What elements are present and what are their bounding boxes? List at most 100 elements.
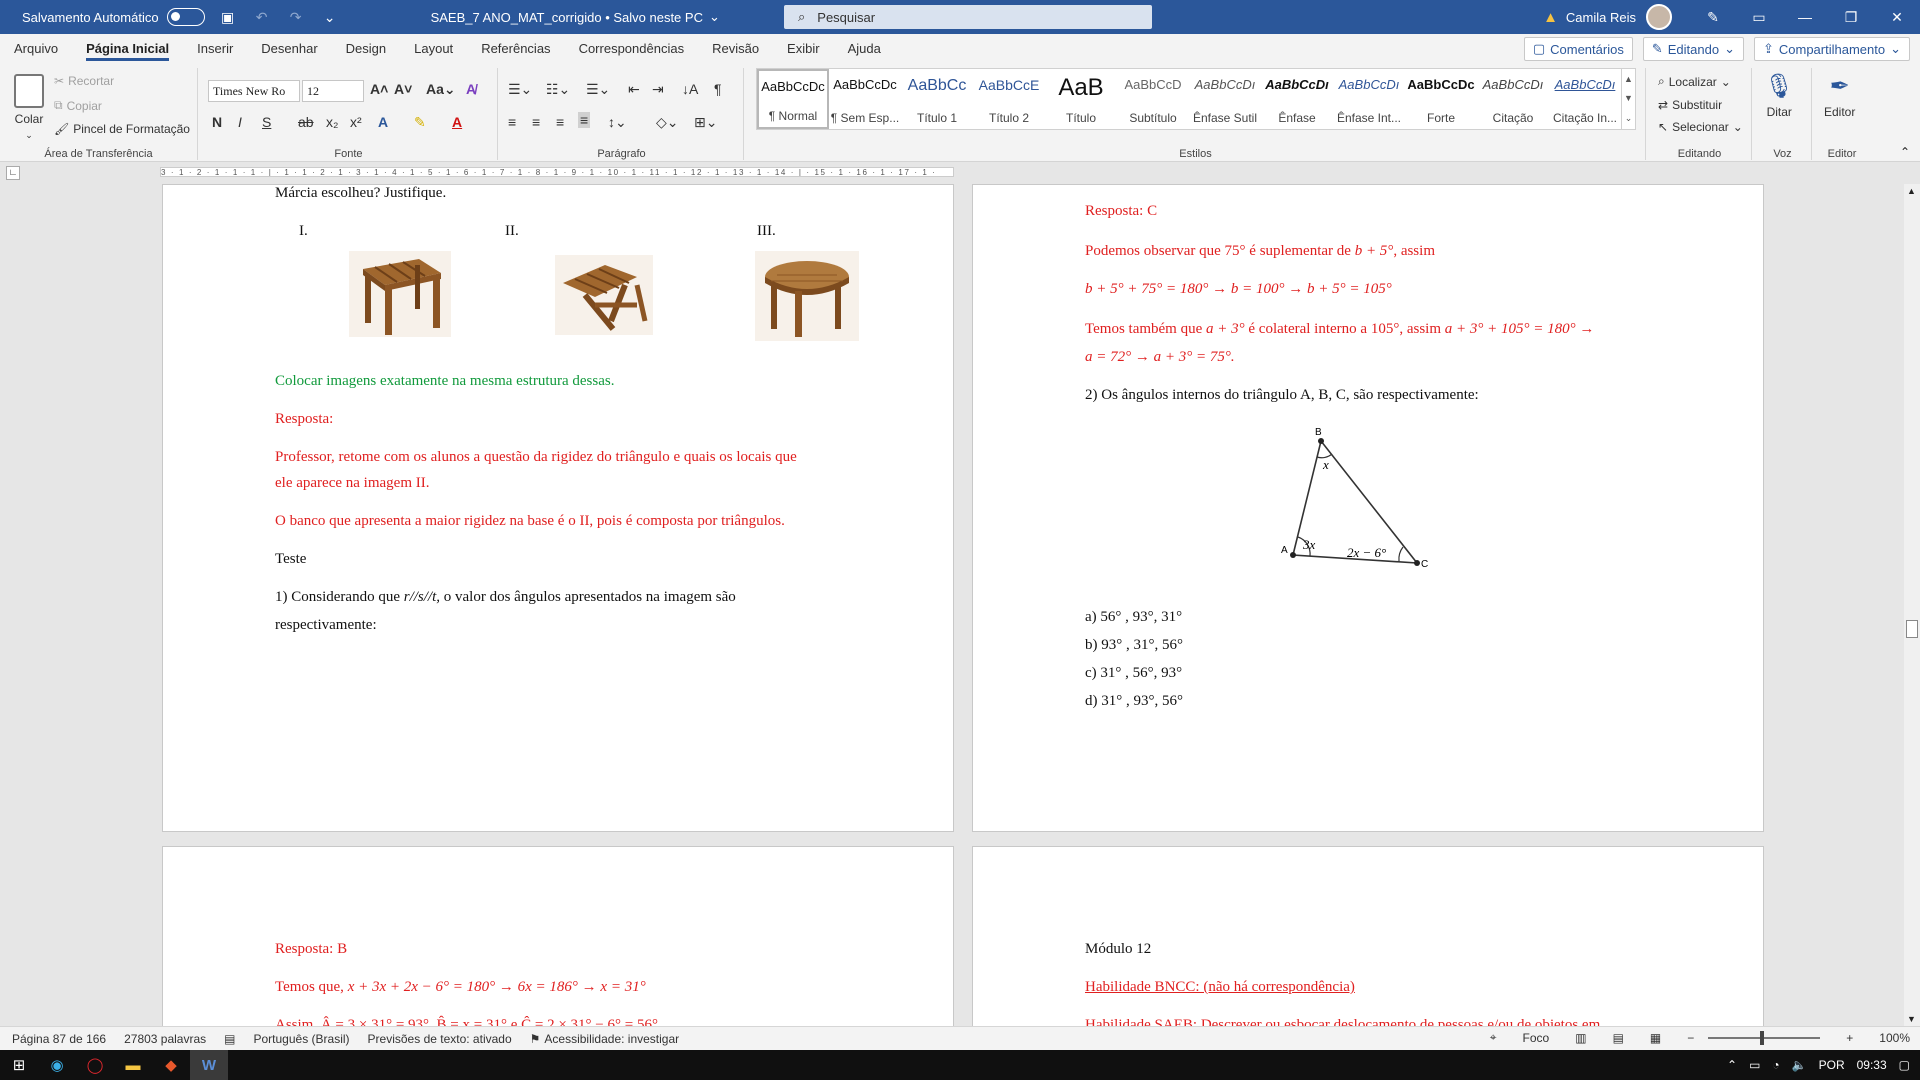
user-name[interactable]: Camila Reis [1566, 10, 1636, 25]
windows-start-icon[interactable]: ⊞ [0, 1050, 38, 1080]
editor-button[interactable]: ✒ Editor [1824, 72, 1855, 119]
comments-button[interactable]: ▢ Comentários [1523, 37, 1633, 61]
page-count[interactable]: Página 87 de 166 [12, 1032, 106, 1046]
tab-exibir[interactable]: Exibir [773, 34, 834, 64]
avatar[interactable] [1646, 4, 1672, 30]
scroll-up-icon[interactable]: ▲ [1907, 186, 1916, 196]
document-title[interactable]: SAEB_7 ANO_MAT_corrigido • Salvo neste P… [431, 9, 720, 25]
tab-correspondencias[interactable]: Correspondências [565, 34, 699, 64]
align-center-icon[interactable]: ≡ [532, 114, 540, 130]
gallery-up-icon[interactable]: ▲ [1624, 74, 1633, 84]
accessibility-status[interactable]: Acessibilidade: investigar [544, 1032, 679, 1046]
scrollbar-thumb[interactable] [1906, 620, 1918, 638]
multilevel-list-icon[interactable]: ☰⌄ [586, 81, 610, 98]
focus-icon[interactable]: ⌖ [1490, 1030, 1497, 1045]
strikethrough-icon[interactable]: ab [298, 114, 314, 130]
tab-inserir[interactable]: Inserir [183, 34, 247, 64]
gallery-down-icon[interactable]: ▼ [1624, 93, 1633, 103]
collapse-ribbon-icon[interactable]: ⌃ [1900, 145, 1910, 159]
word-app-icon[interactable]: W [190, 1050, 228, 1080]
zoom-level[interactable]: 100% [1879, 1031, 1910, 1045]
customize-qat-icon[interactable]: ⌄ [319, 6, 341, 28]
shrink-font-icon[interactable]: A˅ [394, 81, 412, 97]
sort-icon[interactable]: ↓A [682, 81, 698, 97]
pilcrow-icon[interactable]: ¶ [714, 81, 722, 97]
underline-icon[interactable]: S [262, 114, 271, 130]
tray-chevron-icon[interactable]: ⌃ [1727, 1058, 1737, 1072]
increase-indent-icon[interactable]: ⇥ [652, 81, 664, 98]
web-layout-icon[interactable]: ▦ [1650, 1031, 1661, 1045]
font-color-icon[interactable]: A [452, 114, 462, 130]
language[interactable]: Português (Brasil) [254, 1032, 350, 1046]
scroll-down-icon[interactable]: ▼ [1907, 1014, 1916, 1024]
tab-arquivo[interactable]: Arquivo [0, 34, 72, 64]
style-subtle-emphasis[interactable]: AaBbCcDı Ênfase Sutil [1189, 69, 1261, 129]
style-strong[interactable]: AaBbCcDc Forte [1405, 69, 1477, 129]
format-painter-button[interactable]: 🖌 Pincel de Formatação [54, 122, 190, 136]
text-predictions[interactable]: Previsões de texto: ativado [368, 1032, 512, 1046]
zoom-out-icon[interactable]: − [1687, 1031, 1694, 1045]
file-explorer-icon[interactable]: ▬ [114, 1050, 152, 1080]
read-mode-icon[interactable]: ▥ [1575, 1031, 1586, 1045]
zoom-in-icon[interactable]: + [1846, 1031, 1853, 1045]
style-emphasis[interactable]: AaBbCcDı Ênfase [1261, 69, 1333, 129]
warning-icon[interactable]: ▲ [1543, 9, 1558, 26]
style-no-spacing[interactable]: AaBbCcDc ¶ Sem Esp... [829, 69, 901, 129]
print-layout-icon[interactable]: ▤ [1613, 1031, 1624, 1045]
horizontal-ruler[interactable]: 3 · 1 · 2 · 1 · 1 · 1 · | · 1 · 1 · 2 · … [160, 167, 954, 177]
replace-button[interactable]: ⇄ Substituir [1658, 98, 1722, 112]
input-language[interactable]: POR [1819, 1058, 1845, 1072]
decrease-indent-icon[interactable]: ⇤ [628, 81, 640, 98]
edge-browser-icon[interactable]: ◉ [38, 1050, 76, 1080]
tab-selector[interactable]: ∟ [6, 166, 20, 180]
align-right-icon[interactable]: ≡ [556, 114, 564, 130]
bold-icon[interactable]: N [212, 114, 222, 130]
tab-design[interactable]: Design [332, 34, 400, 64]
clock[interactable]: 09:33 [1857, 1058, 1887, 1072]
grow-font-icon[interactable]: A˄ [370, 81, 388, 97]
gallery-more-icon[interactable]: ⌄ [1625, 113, 1633, 124]
vertical-scrollbar[interactable]: ▲ ▼ [1904, 184, 1920, 1026]
notifications-icon[interactable]: ▢ [1899, 1058, 1910, 1072]
tab-ajuda[interactable]: Ajuda [834, 34, 895, 64]
clear-formatting-icon[interactable]: A̸ [466, 81, 476, 97]
style-heading-2[interactable]: AaBbCcE Título 2 [973, 69, 1045, 129]
find-button[interactable]: ⌕ Localizar ⌄ [1658, 74, 1731, 89]
borders-icon[interactable]: ⊞⌄ [694, 114, 717, 131]
tab-desenhar[interactable]: Desenhar [247, 34, 331, 64]
pen-icon[interactable]: ✎ [1690, 0, 1736, 34]
change-case-icon[interactable]: Aa⌄ [426, 81, 456, 98]
justify-icon[interactable]: ≡ [578, 112, 591, 128]
undo-icon[interactable]: ↶ [251, 6, 273, 28]
zoom-slider[interactable] [1708, 1030, 1821, 1045]
accessibility-icon[interactable]: ⚑ [530, 1032, 541, 1046]
italic-icon[interactable]: I [238, 114, 242, 130]
search-input[interactable]: ⌕ Pesquisar [784, 5, 1152, 29]
volume-icon[interactable]: 🔈 [1792, 1058, 1807, 1072]
opera-browser-icon[interactable]: ◯ [76, 1050, 114, 1080]
tab-referencias[interactable]: Referências [467, 34, 564, 64]
wifi-icon[interactable]: ◔ [1772, 1058, 1779, 1072]
text-effects-icon[interactable]: A [378, 114, 388, 130]
cut-button[interactable]: ✂ Recortar [54, 74, 114, 88]
style-intense-emphasis[interactable]: AaBbCcDı Ênfase Int... [1333, 69, 1405, 129]
restore-button[interactable]: ❐ [1828, 0, 1874, 34]
shading-icon[interactable]: ◇⌄ [656, 114, 679, 131]
subscript-icon[interactable]: x₂ [326, 114, 338, 130]
style-normal[interactable]: AaBbCcDc ¶ Normal [757, 69, 829, 129]
ribbon-display-icon[interactable]: ▭ [1736, 0, 1782, 34]
minimize-button[interactable]: — [1782, 0, 1828, 34]
redo-icon[interactable]: ↷ [285, 6, 307, 28]
editing-mode-button[interactable]: ✎ Editando ⌄ [1642, 37, 1744, 61]
share-button[interactable]: ⇪ Compartilhamento ⌄ [1753, 37, 1910, 61]
focus-button[interactable]: Foco [1523, 1031, 1550, 1045]
font-size-select[interactable]: 12 [302, 80, 364, 102]
paste-button[interactable]: Colar ⌄ [14, 74, 44, 141]
dictate-button[interactable]: 🎙 Ditar [1764, 72, 1794, 119]
highlight-icon[interactable]: ✎ [414, 114, 426, 131]
proofing-icon[interactable]: ▤ [224, 1032, 235, 1046]
select-button[interactable]: ↖ Selecionar ⌄ [1658, 120, 1743, 134]
style-quote[interactable]: AaBbCcDı Citação [1477, 69, 1549, 129]
close-button[interactable]: ✕ [1874, 0, 1920, 34]
style-intense-quote[interactable]: AaBbCcDı Citação In... [1549, 69, 1621, 129]
